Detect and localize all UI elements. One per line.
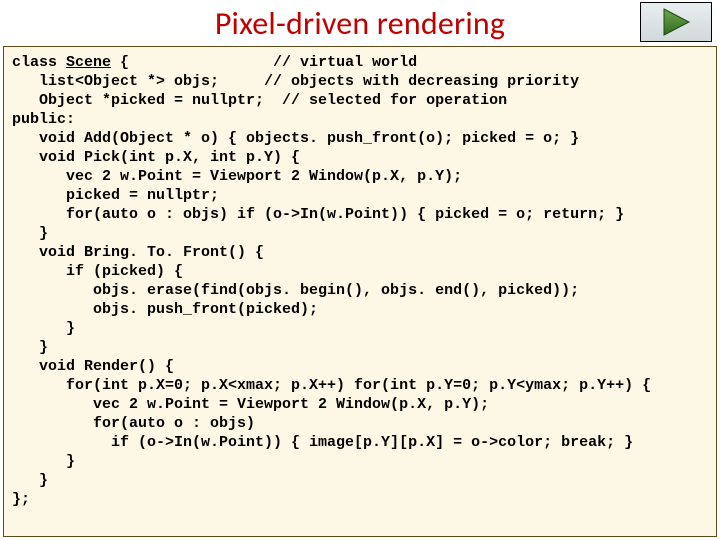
code-panel: class Scene { // virtual world list<Obje… xyxy=(3,46,717,537)
code-line: void Render() { xyxy=(12,358,174,375)
code-line: } xyxy=(12,320,75,337)
code-line: } xyxy=(12,472,48,489)
play-icon xyxy=(659,7,693,37)
code-listing: class Scene { // virtual world list<Obje… xyxy=(12,53,710,509)
code-line: vec 2 w.Point = Viewport 2 Window(p.X, p… xyxy=(12,168,462,185)
slide-title: Pixel-driven rendering xyxy=(215,4,505,43)
code-line: if (picked) { xyxy=(12,263,183,280)
code-line: vec 2 w.Point = Viewport 2 Window(p.X, p… xyxy=(12,396,489,413)
code-line: class xyxy=(12,54,66,71)
code-line: for(auto o : objs) if (o->In(w.Point)) {… xyxy=(12,206,624,223)
code-line: objs. erase(find(objs. begin(), objs. en… xyxy=(12,282,579,299)
code-line: { // virtual world xyxy=(111,54,417,71)
code-line: objs. push_front(picked); xyxy=(12,301,318,318)
code-line: public: xyxy=(12,111,75,128)
code-line: }; xyxy=(12,491,30,508)
class-name: Scene xyxy=(66,54,111,71)
code-line: picked = nullptr; xyxy=(12,187,219,204)
code-line: } xyxy=(12,339,48,356)
code-line: list<Object *> objs; // objects with dec… xyxy=(12,73,579,90)
code-line: Object *picked = nullptr; // selected fo… xyxy=(12,92,507,109)
code-line: void Add(Object * o) { objects. push_fro… xyxy=(12,130,579,147)
code-line: if (o->In(w.Point)) { image[p.Y][p.X] = … xyxy=(12,434,633,451)
code-line: } xyxy=(12,453,75,470)
code-line: for(auto o : objs) xyxy=(12,415,255,432)
play-button[interactable] xyxy=(640,2,712,42)
slide: Pixel-driven rendering class Scene { // … xyxy=(0,0,720,540)
code-line: } xyxy=(12,225,48,242)
code-line: for(int p.X=0; p.X<xmax; p.X++) for(int … xyxy=(12,377,651,394)
header: Pixel-driven rendering xyxy=(0,0,720,46)
code-line: void Bring. To. Front() { xyxy=(12,244,264,261)
code-line: void Pick(int p.X, int p.Y) { xyxy=(12,149,300,166)
